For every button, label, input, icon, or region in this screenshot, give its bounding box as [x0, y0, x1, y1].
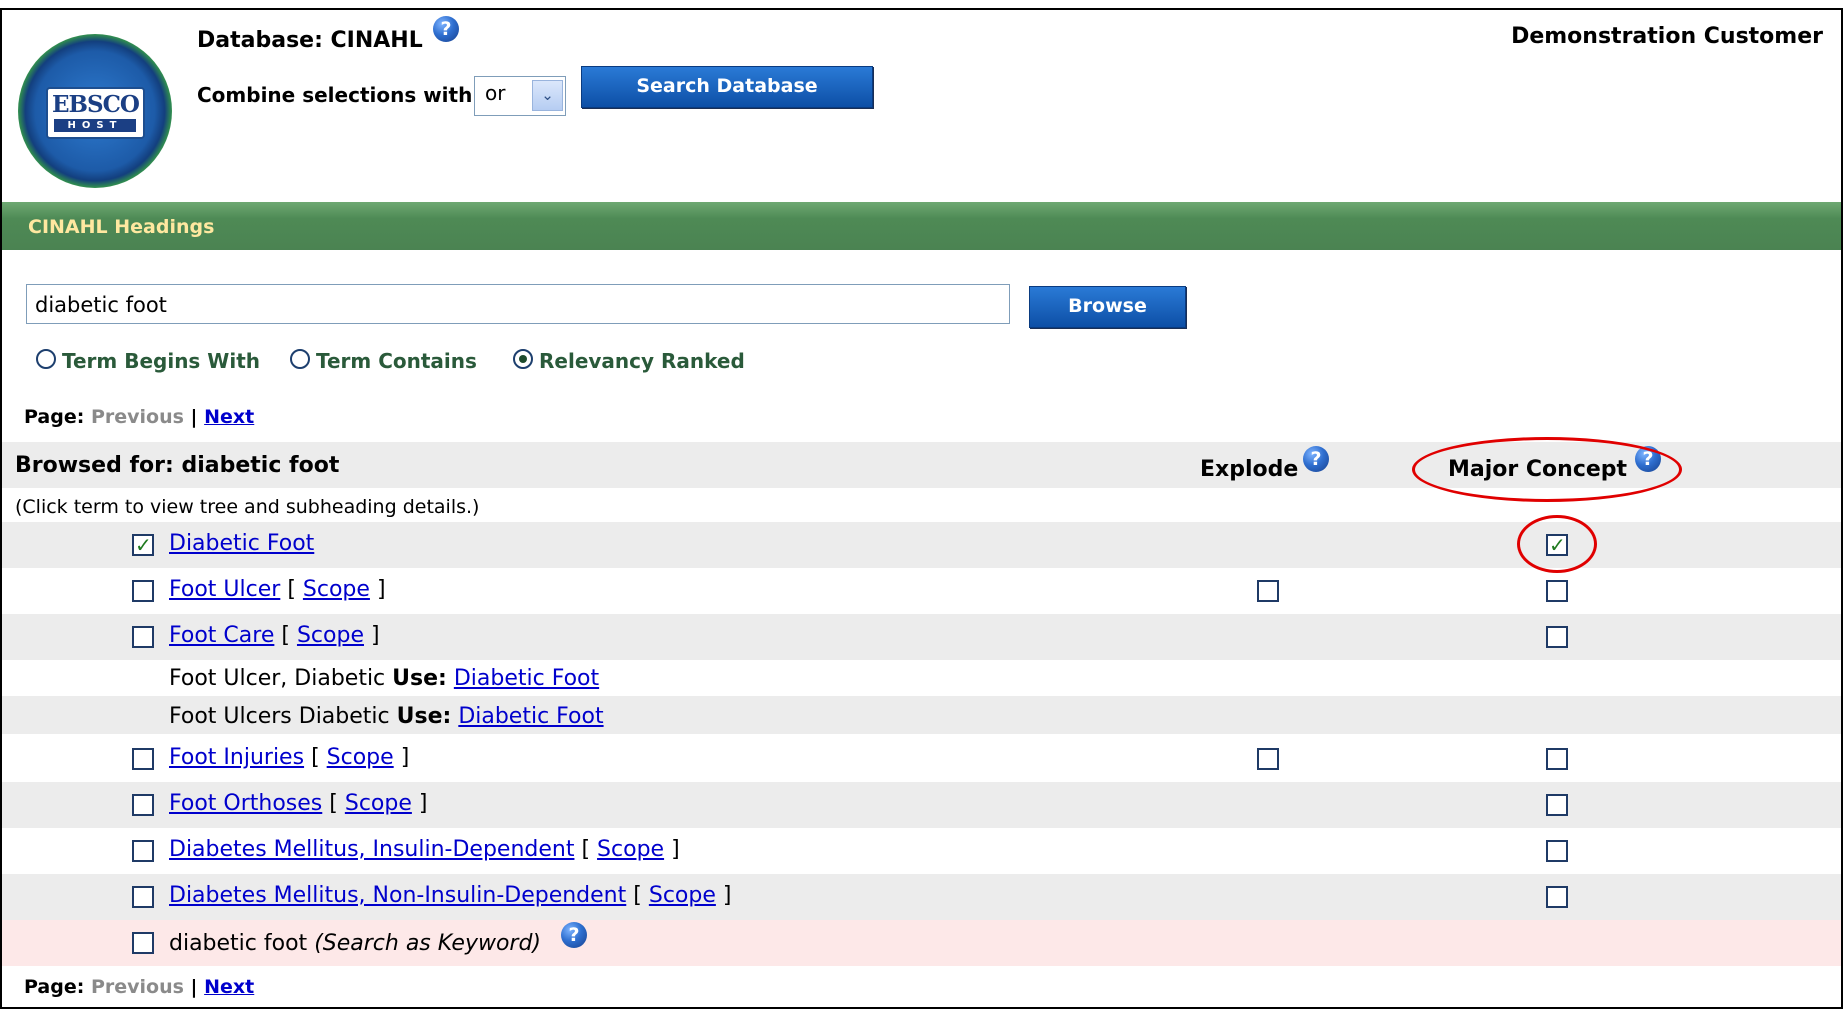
term-link[interactable]: Diabetes Mellitus, Insulin-Dependent: [169, 837, 574, 862]
term-entry: Diabetes Mellitus, Non-Insulin-Dependent…: [169, 883, 731, 908]
logo-subtext: HOST: [54, 119, 136, 132]
help-icon[interactable]: ?: [561, 922, 587, 948]
bracket-open: [: [329, 791, 338, 816]
pager-separator: |: [190, 976, 198, 998]
term-entry: Foot Injuries [ Scope ]: [169, 745, 409, 770]
bracket-close: ]: [376, 577, 386, 602]
explode-header: Explode: [1200, 457, 1299, 482]
pager-top: Page: Previous | Next: [24, 406, 254, 428]
radio-relevancy-ranked[interactable]: [513, 349, 533, 369]
major-concept-checkbox[interactable]: [1546, 748, 1568, 770]
pager-previous: Previous: [90, 406, 184, 428]
bracket-close: ]: [671, 837, 680, 862]
pager-next-link[interactable]: Next: [204, 976, 254, 998]
combine-select[interactable]: or ⌄: [474, 76, 566, 116]
row-checkbox[interactable]: [132, 794, 154, 816]
ebscohost-logo[interactable]: EBSCO HOST: [18, 34, 172, 188]
bracket-close: ]: [400, 745, 410, 770]
explode-checkbox[interactable]: [1257, 748, 1279, 770]
help-icon[interactable]: ?: [1303, 446, 1329, 472]
page-frame: EBSCO HOST Database: CINAHL ? Combine se…: [0, 8, 1843, 1009]
major-concept-checkbox[interactable]: [1546, 626, 1568, 648]
see-reference: Foot Ulcer, Diabetic Use: Diabetic Foot: [169, 666, 599, 691]
hint-text: (Click term to view tree and subheading …: [15, 496, 480, 518]
use-target-link[interactable]: Diabetic Foot: [458, 704, 603, 729]
logo-text: EBSCO: [52, 91, 140, 118]
section-band: CINAHL Headings: [2, 202, 1841, 250]
pager-label: Page:: [24, 406, 85, 428]
bracket-close: ]: [722, 883, 732, 908]
combine-label: Combine selections with:: [197, 83, 481, 107]
radio-term-contains[interactable]: [290, 349, 310, 369]
help-icon[interactable]: ?: [433, 16, 459, 42]
bracket-open: [: [633, 883, 642, 908]
row-checkbox[interactable]: [132, 580, 154, 602]
pager-next-link[interactable]: Next: [204, 406, 254, 428]
use-label: Use:: [392, 666, 447, 691]
radio-label-relevancy: Relevancy Ranked: [539, 349, 745, 373]
scope-link[interactable]: Scope: [303, 577, 370, 602]
bracket-close: ]: [418, 791, 428, 816]
keyword-entry: diabetic foot (Search as Keyword): [169, 931, 541, 956]
scope-link[interactable]: Scope: [345, 791, 412, 816]
logo-badge: EBSCO HOST: [46, 87, 145, 139]
chevron-down-icon[interactable]: ⌄: [532, 80, 563, 111]
term-entry: Foot Orthoses [ Scope ]: [169, 791, 427, 816]
keyword-checkbox[interactable]: [132, 932, 154, 954]
pager-previous: Previous: [90, 976, 184, 998]
row-checkbox[interactable]: [132, 626, 154, 648]
scope-link[interactable]: Scope: [297, 623, 364, 648]
keyword-suffix: (Search as Keyword): [314, 931, 542, 956]
radio-label-contains: Term Contains: [316, 349, 477, 373]
term-link[interactable]: Foot Ulcer: [169, 577, 280, 602]
database-label: Database: CINAHL: [197, 28, 423, 53]
term-link[interactable]: Foot Injuries: [169, 745, 304, 770]
pager-separator: |: [190, 406, 198, 428]
radio-term-begins-with[interactable]: [36, 349, 56, 369]
major-concept-checkbox[interactable]: [1546, 580, 1568, 602]
see-term: Foot Ulcers Diabetic: [169, 704, 390, 729]
see-term: Foot Ulcer, Diabetic: [169, 666, 386, 691]
row-checkbox[interactable]: [132, 840, 154, 862]
use-target-link[interactable]: Diabetic Foot: [454, 666, 599, 691]
term-entry: Diabetes Mellitus, Insulin-Dependent [ S…: [169, 837, 680, 862]
major-concept-checkbox[interactable]: [1546, 794, 1568, 816]
highlight-oval-major-concept: [1412, 437, 1682, 502]
term-link[interactable]: Foot Care: [169, 623, 274, 648]
scope-link[interactable]: Scope: [327, 745, 394, 770]
bracket-open: [: [581, 837, 591, 862]
bracket-open: [: [287, 577, 296, 602]
term-link[interactable]: Foot Orthoses: [169, 791, 322, 816]
row-checkbox[interactable]: [132, 748, 154, 770]
major-concept-checkbox[interactable]: [1546, 886, 1568, 908]
term-entry: Foot Care [ Scope ]: [169, 623, 380, 648]
combine-select-value: or: [485, 81, 506, 105]
search-database-button[interactable]: Search Database: [581, 66, 873, 108]
scope-link[interactable]: Scope: [649, 883, 716, 908]
row-checkbox[interactable]: [132, 533, 154, 557]
explode-checkbox[interactable]: [1257, 580, 1279, 602]
major-concept-checkbox[interactable]: [1546, 840, 1568, 862]
browsed-for-label: Browsed for: diabetic foot: [15, 453, 340, 478]
radio-label-begins-with: Term Begins With: [62, 349, 261, 373]
term-entry: Foot Ulcer [ Scope ]: [169, 577, 386, 602]
bracket-close: ]: [370, 623, 380, 648]
row-checkbox[interactable]: [132, 886, 154, 908]
term-link[interactable]: Diabetes Mellitus, Non-Insulin-Dependent: [169, 883, 626, 908]
use-label: Use:: [396, 704, 452, 729]
see-reference: Foot Ulcers Diabetic Use: Diabetic Foot: [169, 704, 604, 729]
bracket-open: [: [281, 623, 290, 648]
section-title: CINAHL Headings: [28, 216, 215, 238]
browse-button[interactable]: Browse: [1029, 286, 1186, 328]
pager-bottom: Page: Previous | Next: [24, 976, 254, 998]
customer-name: Demonstration Customer: [1511, 24, 1823, 49]
keyword-term: diabetic foot: [169, 931, 308, 956]
scope-link[interactable]: Scope: [597, 837, 664, 862]
browse-search-input[interactable]: diabetic foot: [26, 284, 1010, 324]
term-link[interactable]: Diabetic Foot: [169, 531, 314, 556]
highlight-oval-checkbox: [1517, 515, 1597, 573]
bracket-open: [: [311, 745, 320, 770]
pager-label: Page:: [24, 976, 85, 998]
